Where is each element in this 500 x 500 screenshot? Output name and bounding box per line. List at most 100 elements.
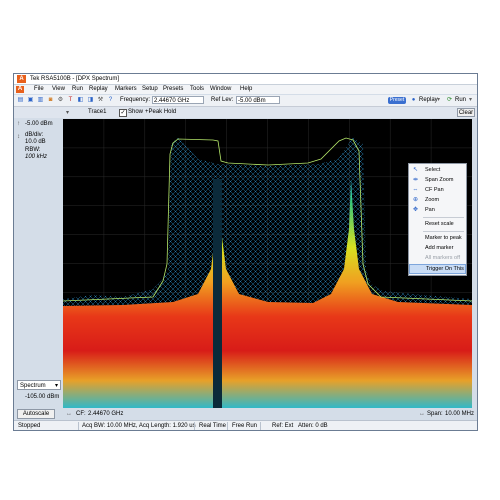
menu-tools[interactable]: Tools bbox=[190, 86, 204, 93]
ctx-label: All markers off bbox=[425, 255, 461, 261]
status-atten: Atten: 0 dB bbox=[298, 423, 328, 429]
span-label: Span: bbox=[427, 411, 443, 417]
ctx-label: Marker to peak bbox=[425, 235, 462, 241]
ctx-label: Select bbox=[425, 167, 441, 173]
app-menu-icon[interactable]: A bbox=[16, 86, 24, 93]
frequency-field[interactable]: 2.44670 GHz bbox=[152, 96, 204, 104]
status-ref: Ref: Ext bbox=[272, 423, 294, 429]
menu-help[interactable]: Help bbox=[240, 86, 252, 93]
bottom-info-bar: Autoscale ↔ CF: 2.44670 GHz ↔ Span: 10.0… bbox=[14, 408, 477, 420]
replay-button[interactable]: Replay bbox=[419, 97, 438, 104]
cursor-icon: ↖ bbox=[412, 167, 419, 173]
cf-arrow-icon[interactable]: ↔ bbox=[66, 411, 72, 418]
show-label: Show bbox=[128, 109, 144, 115]
clear-button[interactable]: Clear bbox=[457, 108, 475, 117]
rbw-label: RBW: bbox=[25, 147, 41, 153]
ctx-label: Reset scale bbox=[425, 221, 454, 227]
menu-run[interactable]: Run bbox=[72, 86, 83, 93]
ctx-separator bbox=[423, 217, 464, 218]
menu-file[interactable]: File bbox=[34, 86, 44, 93]
ctx-item-all-markers-off: All markers off bbox=[409, 253, 466, 263]
menu-presets[interactable]: Presets bbox=[163, 86, 183, 93]
db-div-label: dB/div: bbox=[25, 132, 44, 138]
span-value[interactable]: 10.00 MHz bbox=[445, 411, 474, 418]
menu-setup[interactable]: Setup bbox=[142, 86, 158, 93]
trace-name[interactable]: Trace1 bbox=[88, 109, 106, 116]
ctx-item-select[interactable]: ↖ Select bbox=[409, 165, 466, 175]
print-icon[interactable]: ▥ bbox=[37, 97, 44, 104]
center-notch bbox=[213, 179, 222, 408]
ctx-item-add-marker[interactable]: Add marker bbox=[409, 243, 466, 253]
bottom-ref-value[interactable]: -105.00 dBm bbox=[25, 394, 59, 401]
frequency-label: Frequency: bbox=[120, 97, 151, 103]
cf-label: CF: bbox=[76, 411, 86, 417]
ctx-label: Trigger On This bbox=[426, 266, 464, 272]
left-panel: ↑ -5.00 dBm ↕ dB/div: 10.0 dB RBW: 100 k… bbox=[14, 118, 63, 408]
title-bar: A Tek RSA5100B - [DPX Spectrum] bbox=[14, 74, 477, 85]
window-title: Tek RSA5100B - [DPX Spectrum] bbox=[30, 76, 120, 82]
rbw-value[interactable]: 100 kHz bbox=[25, 154, 47, 161]
ref-lev-field[interactable]: -5.00 dBm bbox=[236, 96, 280, 104]
status-state: Stopped bbox=[18, 423, 41, 429]
ctx-label: Span Zoom bbox=[425, 177, 454, 183]
display-select[interactable]: Spectrum ▾ bbox=[17, 380, 61, 390]
ref-lev-label: Ref Lev: bbox=[211, 97, 234, 103]
ctx-item-trigger-on-this[interactable]: Trigger On This bbox=[409, 264, 466, 274]
status-bar: Stopped Acq BW: 10.00 MHz, Acq Length: 1… bbox=[14, 420, 477, 430]
menu-replay[interactable]: Replay bbox=[89, 86, 108, 93]
run-dropdown-icon[interactable]: ▾ bbox=[469, 97, 472, 104]
status-divider bbox=[194, 422, 195, 430]
status-acq: Acq BW: 10.00 MHz, Acq Length: 1.920 us bbox=[82, 423, 196, 429]
camera-icon[interactable]: ◙ bbox=[47, 97, 54, 104]
ctx-label: Pan bbox=[425, 207, 435, 213]
ctx-label: Add marker bbox=[425, 245, 454, 251]
tools-icon[interactable]: ⚒ bbox=[97, 97, 104, 104]
context-menu: ↖ Select ⇹ Span Zoom ⇔ CF Pan ⊕ Zoom ✥ P… bbox=[408, 163, 467, 276]
menu-markers[interactable]: Markers bbox=[115, 86, 137, 93]
ctx-item-pan[interactable]: ✥ Pan bbox=[409, 205, 466, 215]
save-icon[interactable]: ▣ bbox=[27, 97, 34, 104]
help-icon[interactable]: ? bbox=[107, 97, 114, 104]
autoscale-button[interactable]: Autoscale bbox=[17, 409, 55, 419]
run-icon[interactable]: ⟳ bbox=[446, 97, 453, 104]
cf-value[interactable]: 2.44670 GHz bbox=[88, 411, 123, 418]
measure-icon[interactable]: ◨ bbox=[87, 97, 94, 104]
toolbar: ▤ ▣ ▥ ◙ ⚙ T ◧ ◨ ⚒ ? Frequency: 2.44670 G… bbox=[14, 95, 477, 107]
trigger-icon[interactable]: T bbox=[67, 97, 74, 104]
menu-view[interactable]: View bbox=[52, 86, 65, 93]
menu-window[interactable]: Window bbox=[210, 86, 231, 93]
div-arrow-icon[interactable]: ↕ bbox=[17, 134, 20, 141]
ctx-item-cf-pan[interactable]: ⇔ CF Pan bbox=[409, 185, 466, 195]
ctx-separator bbox=[423, 231, 464, 232]
preset-button[interactable]: Preset bbox=[388, 97, 406, 104]
status-mode: Real Time bbox=[199, 423, 227, 429]
status-divider bbox=[78, 422, 79, 430]
pan-icon: ✥ bbox=[412, 207, 419, 213]
top-ref-value[interactable]: -5.00 dBm bbox=[25, 121, 53, 128]
show-checkbox[interactable]: ✓ bbox=[119, 109, 127, 117]
replay-icon[interactable]: ● bbox=[410, 97, 417, 104]
detector-select[interactable]: +Peak Hold bbox=[145, 109, 176, 116]
cf-pan-icon: ⇔ bbox=[412, 187, 419, 193]
run-button[interactable]: Run bbox=[455, 97, 466, 104]
trace-dropdown-icon[interactable]: ▾ bbox=[66, 110, 69, 117]
replay-dropdown-icon[interactable]: ▾ bbox=[437, 97, 440, 104]
open-folder-icon[interactable]: ▤ bbox=[17, 97, 24, 104]
status-divider bbox=[227, 422, 228, 430]
trace-bar: ▾ Trace1 ✓ Show +Peak Hold Clear bbox=[14, 107, 477, 118]
menu-bar: A File View Run Replay Markers Setup Pre… bbox=[14, 85, 477, 94]
display-icon[interactable]: ◧ bbox=[77, 97, 84, 104]
ctx-item-span-zoom[interactable]: ⇹ Span Zoom bbox=[409, 175, 466, 185]
settings-icon[interactable]: ⚙ bbox=[57, 97, 64, 104]
display-select-value: Spectrum bbox=[20, 383, 46, 389]
ctx-item-marker-to-peak[interactable]: Marker to peak bbox=[409, 233, 466, 243]
app-logo-icon: A bbox=[17, 75, 26, 83]
chevron-down-icon: ▾ bbox=[54, 383, 58, 389]
db-div-value[interactable]: 10.0 dB bbox=[25, 139, 46, 146]
zoom-icon: ⊕ bbox=[412, 197, 419, 203]
span-arrow-icon[interactable]: ↔ bbox=[419, 411, 425, 418]
ctx-item-reset-scale[interactable]: Reset scale bbox=[409, 219, 466, 229]
ctx-item-zoom[interactable]: ⊕ Zoom bbox=[409, 195, 466, 205]
scale-arrow-icon[interactable]: ↑ bbox=[17, 121, 20, 128]
span-zoom-icon: ⇹ bbox=[412, 177, 419, 183]
